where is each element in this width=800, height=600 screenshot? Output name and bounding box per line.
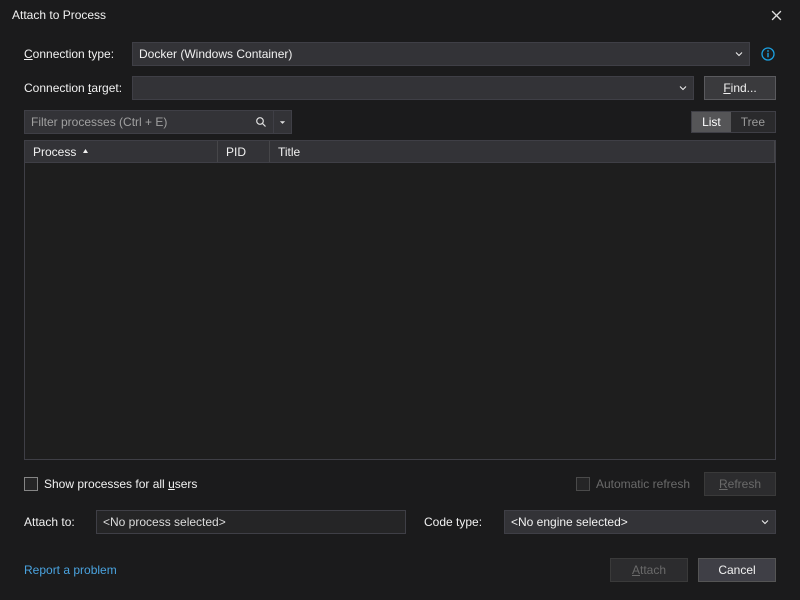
process-grid: Process PID Title — [24, 140, 776, 460]
column-header-process[interactable]: Process — [25, 141, 218, 162]
attach-to-field[interactable]: <No process selected> — [96, 510, 406, 534]
connection-target-dropdown[interactable] — [132, 76, 694, 100]
chevron-down-icon — [761, 518, 769, 526]
checkbox-icon — [24, 477, 38, 491]
connection-type-label: Connection type: — [24, 47, 132, 61]
filter-processes-input[interactable]: Filter processes (Ctrl + E) — [24, 110, 274, 134]
show-all-users-checkbox[interactable]: Show processes for all users — [24, 477, 197, 491]
code-type-dropdown[interactable]: <No engine selected> — [504, 510, 776, 534]
find-button[interactable]: Find... — [704, 76, 776, 100]
column-header-pid[interactable]: PID — [218, 141, 270, 162]
connection-target-label: Connection target: — [24, 81, 132, 95]
connection-type-dropdown[interactable]: Docker (Windows Container) — [132, 42, 750, 66]
report-problem-link[interactable]: Report a problem — [24, 563, 117, 577]
automatic-refresh-checkbox: Automatic refresh — [576, 477, 690, 491]
attach-button: Attach — [610, 558, 688, 582]
view-tree-button[interactable]: Tree — [731, 112, 775, 132]
attach-to-label: Attach to: — [24, 515, 86, 529]
cancel-button[interactable]: Cancel — [698, 558, 776, 582]
close-icon — [771, 10, 782, 21]
filter-dropdown-button[interactable] — [274, 110, 292, 134]
column-header-title[interactable]: Title — [270, 141, 775, 162]
connection-type-value: Docker (Windows Container) — [139, 47, 292, 61]
caret-down-icon — [279, 119, 286, 126]
chevron-down-icon — [679, 84, 687, 92]
connection-type-row: Connection type: Docker (Windows Contain… — [24, 42, 776, 66]
view-list-button[interactable]: List — [692, 112, 731, 132]
attach-row: Attach to: <No process selected> Code ty… — [24, 510, 776, 534]
options-row: Show processes for all users Automatic r… — [24, 472, 776, 496]
connection-target-row: Connection target: Find... — [24, 76, 776, 100]
chevron-down-icon — [735, 50, 743, 58]
title-bar: Attach to Process — [0, 0, 800, 30]
refresh-button: Refresh — [704, 472, 776, 496]
close-button[interactable] — [758, 2, 794, 28]
sort-ascending-icon — [82, 148, 89, 155]
filter-placeholder: Filter processes (Ctrl + E) — [31, 115, 167, 129]
checkbox-icon — [576, 477, 590, 491]
info-icon[interactable] — [760, 46, 776, 62]
grid-header: Process PID Title — [25, 141, 775, 163]
search-icon — [255, 116, 267, 128]
view-toggle: List Tree — [691, 111, 776, 133]
window-title: Attach to Process — [12, 8, 106, 22]
code-type-label: Code type: — [424, 515, 494, 529]
footer: Report a problem Attach Cancel — [24, 558, 776, 582]
filter-row: Filter processes (Ctrl + E) List Tree — [24, 110, 776, 134]
grid-body-empty — [25, 163, 775, 459]
